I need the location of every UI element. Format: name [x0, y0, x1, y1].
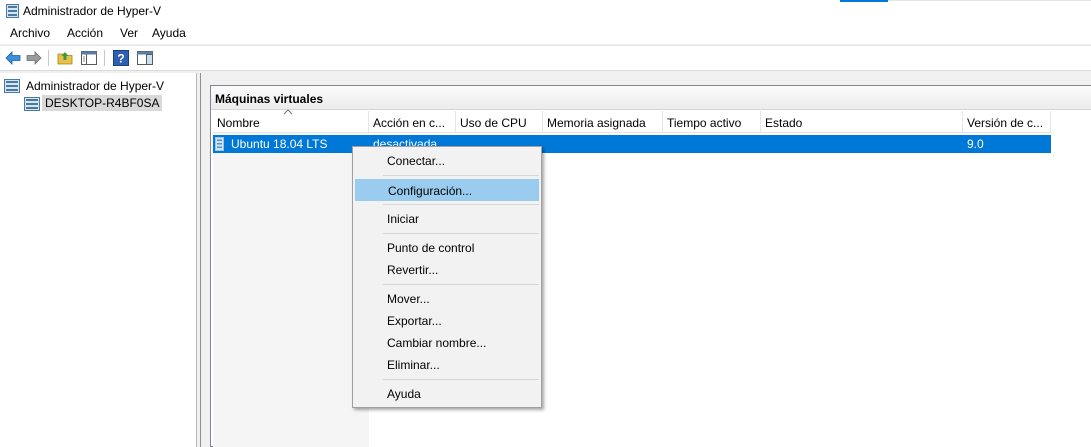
title-accent-bar [840, 0, 888, 2]
hyper-v-manager-icon [4, 79, 20, 93]
menu-item-label: Configuración... [388, 184, 473, 198]
toolbar-separator [104, 50, 105, 66]
sort-ascending-icon [283, 109, 293, 115]
panel-header: Máquinas virtuales [211, 86, 1091, 110]
column-header-estado[interactable]: Estado [761, 111, 963, 133]
column-header-label: Acción en c... [373, 116, 446, 130]
title-accent-line [888, 0, 1091, 1]
menu-item-label: Exportar... [387, 314, 442, 328]
toolbar: ? [0, 45, 1091, 71]
menu-item-iniciar[interactable]: Iniciar [355, 208, 539, 230]
menu-item-configuracion[interactable]: Configuración... [355, 179, 539, 201]
up-folder-icon[interactable] [56, 49, 74, 67]
tree-server-label: DESKTOP-R4BF0SA [42, 95, 163, 111]
hyper-v-manager-window: Administrador de Hyper-V Archivo Acción … [0, 0, 1091, 447]
tree-node-root[interactable]: Administrador de Hyper-V [4, 78, 194, 94]
menu-item-exportar[interactable]: Exportar... [355, 310, 539, 332]
menu-item-ayuda[interactable]: Ayuda [355, 383, 539, 405]
toolbar-separator [48, 50, 49, 66]
column-header-nombre[interactable]: Nombre [213, 109, 369, 133]
column-header-accion[interactable]: Acción en c... [369, 111, 456, 133]
menu-item-revertir[interactable]: Revertir... [355, 259, 539, 281]
svg-text:?: ? [117, 52, 124, 66]
virtual-machines-panel: Máquinas virtuales Nombre Acción en c... [210, 85, 1091, 447]
column-header-memoria[interactable]: Memoria asignada [543, 111, 663, 133]
column-header-version[interactable]: Versión de c... [963, 111, 1051, 133]
virtual-machine-icon [215, 137, 224, 151]
server-icon [24, 97, 40, 111]
column-header-label: Tiempo activo [667, 116, 742, 130]
menu-item-label: Cambiar nombre... [387, 336, 487, 350]
vm-name: Ubuntu 18.04 LTS [231, 137, 328, 151]
menu-item-eliminar[interactable]: Eliminar... [355, 354, 539, 376]
name-column-background [213, 133, 369, 447]
menu-separator [383, 284, 539, 285]
menu-bar: Archivo Acción Ver Ayuda [0, 22, 1091, 44]
forward-arrow-icon[interactable] [25, 49, 43, 67]
menu-item-label: Punto de control [387, 241, 475, 255]
column-header-label: Nombre [217, 116, 260, 130]
show-hide-tree-icon[interactable] [80, 49, 98, 67]
menu-item-punto-de-control[interactable]: Punto de control [355, 237, 539, 259]
menu-item-label: Iniciar [387, 212, 420, 226]
menu-separator [383, 175, 539, 176]
menu-item-label: Eliminar... [387, 358, 440, 372]
main-pane: Máquinas virtuales Nombre Acción en c... [200, 73, 1091, 447]
back-arrow-icon[interactable] [4, 49, 22, 67]
column-headers: Nombre Acción en c... Uso de CPU Memoria… [213, 109, 1051, 133]
menu-item-label: Mover... [387, 292, 430, 306]
column-header-tiempo[interactable]: Tiempo activo [663, 111, 761, 133]
vm-list: Nombre Acción en c... Uso de CPU Memoria… [213, 109, 1091, 447]
tree-node-server[interactable]: DESKTOP-R4BF0SA [24, 95, 194, 113]
table-row[interactable]: Ubuntu 18.04 LTS desactivada 9.0 [213, 135, 1051, 153]
menu-item-conectar[interactable]: Conectar... [355, 150, 539, 172]
column-header-cpu[interactable]: Uso de CPU [456, 111, 543, 133]
menu-item-mover[interactable]: Mover... [355, 288, 539, 310]
menu-separator [383, 379, 539, 380]
menu-item-label: Revertir... [387, 263, 439, 277]
column-header-label: Uso de CPU [460, 116, 527, 130]
menu-separator [383, 233, 539, 234]
menu-item-cambiar-nombre[interactable]: Cambiar nombre... [355, 332, 539, 354]
window-title: Administrador de Hyper-V [23, 4, 162, 18]
column-header-label: Estado [765, 116, 803, 130]
menu-ver[interactable]: Ver [120, 26, 138, 40]
menu-accion[interactable]: Acción [67, 26, 103, 40]
help-icon[interactable]: ? [112, 49, 130, 67]
vm-version: 9.0 [967, 137, 984, 151]
column-header-label: Memoria asignada [547, 116, 646, 130]
show-hide-action-pane-icon[interactable] [136, 49, 154, 67]
column-header-label: Versión de c... [967, 116, 1044, 130]
menu-separator [383, 204, 539, 205]
context-menu: Conectar... Configuración... Iniciar Pun… [352, 146, 542, 408]
menu-item-label: Ayuda [387, 387, 421, 401]
menu-archivo[interactable]: Archivo [10, 26, 50, 40]
title-bar: Administrador de Hyper-V [0, 0, 1091, 22]
hyper-v-app-icon [6, 4, 19, 18]
menu-ayuda[interactable]: Ayuda [152, 26, 186, 40]
tree-root-label: Administrador de Hyper-V [26, 79, 165, 93]
menu-item-label: Conectar... [387, 154, 446, 168]
navigation-tree: Administrador de Hyper-V DESKTOP-R4BF0SA [0, 73, 197, 447]
panel-title: Máquinas virtuales [215, 92, 324, 106]
